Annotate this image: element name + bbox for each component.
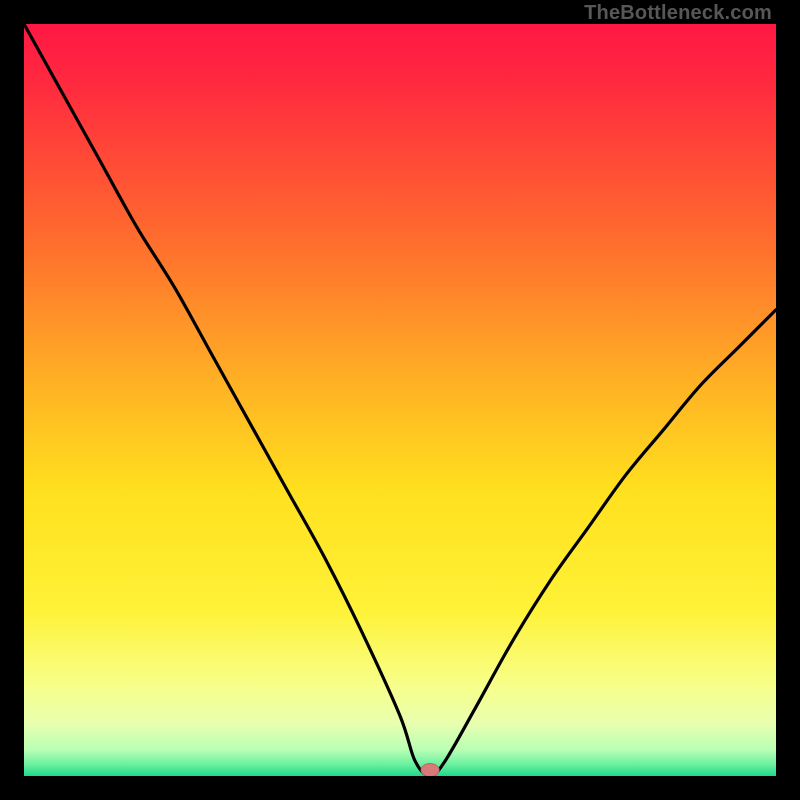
gradient-background <box>24 24 776 776</box>
chart-svg <box>24 24 776 776</box>
watermark-label: TheBottleneck.com <box>584 2 772 25</box>
chart-frame: TheBottleneck.com <box>0 0 800 800</box>
optimal-point-marker <box>421 764 439 777</box>
plot-area <box>24 24 776 776</box>
